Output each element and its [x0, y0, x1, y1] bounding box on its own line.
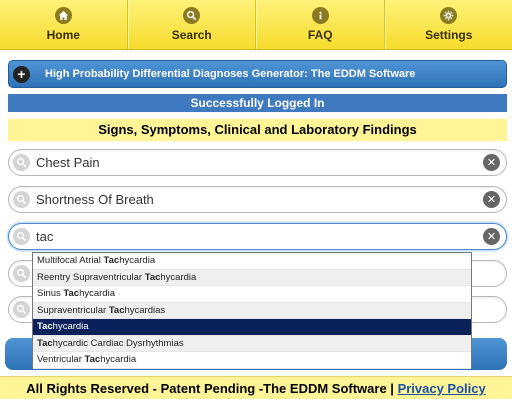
privacy-policy-link[interactable]: Privacy Policy [398, 381, 486, 396]
section-heading: Signs, Symptoms, Clinical and Laboratory… [8, 119, 507, 141]
footer-text: All Rights Reserved - Patent Pending -Th… [26, 381, 398, 396]
search-icon [13, 191, 30, 208]
finding-field-3-value: tac [36, 229, 54, 244]
suggestion-item[interactable]: Multifocal Atrial Tachycardia [33, 253, 471, 270]
info-icon [311, 7, 329, 24]
suggestion-item[interactable]: Sinus Tachycardia [33, 286, 471, 303]
finding-field-2[interactable]: Shortness Of Breath ✕ [8, 186, 507, 213]
search-icon [13, 265, 30, 282]
nav-search[interactable]: Search [127, 0, 256, 49]
nav-search-label: Search [171, 28, 212, 42]
search-icon [13, 228, 30, 245]
suggestion-item[interactable]: Supraventricular Tachycardias [33, 302, 471, 319]
finding-field-1[interactable]: Chest Pain ✕ [8, 149, 507, 176]
app-header-collapsible[interactable]: + High Probability Differential Diagnose… [8, 60, 507, 88]
app-header-title: High Probability Differential Diagnoses … [45, 68, 416, 80]
nav-settings[interactable]: Settings [384, 0, 512, 49]
suggestion-item-selected[interactable]: Tachycardia [33, 319, 471, 336]
suggestion-item[interactable]: Tachycardic Cardiac Dysrhythmias [33, 335, 471, 352]
plus-icon: + [13, 65, 30, 83]
top-nav: Home Search FAQ Settings [0, 0, 512, 50]
nav-home[interactable]: Home [0, 0, 128, 49]
gear-icon [440, 7, 458, 24]
clear-icon[interactable]: ✕ [483, 154, 500, 171]
suggestion-item[interactable]: Ventricular Tachycardia [33, 352, 471, 369]
finding-field-2-value: Shortness Of Breath [36, 192, 154, 207]
nav-faq[interactable]: FAQ [256, 0, 385, 49]
clear-icon[interactable]: ✕ [483, 228, 500, 245]
footer: All Rights Reserved - Patent Pending -Th… [0, 376, 512, 399]
search-icon [13, 154, 30, 171]
nav-home-label: Home [46, 28, 80, 42]
finding-field-3[interactable]: tac ✕ [8, 223, 507, 250]
home-icon [54, 7, 72, 24]
nav-settings-label: Settings [425, 28, 473, 42]
search-icon [183, 7, 201, 24]
search-icon [13, 301, 30, 318]
autocomplete-dropdown: Multifocal Atrial Tachycardia Reentry Su… [32, 252, 472, 369]
suggestion-item[interactable]: Reentry Supraventricular Tachycardia [33, 269, 471, 286]
login-status: Successfully Logged In [8, 94, 507, 112]
clear-icon[interactable]: ✕ [483, 191, 500, 208]
nav-faq-label: FAQ [307, 28, 333, 42]
finding-field-1-value: Chest Pain [36, 155, 100, 170]
